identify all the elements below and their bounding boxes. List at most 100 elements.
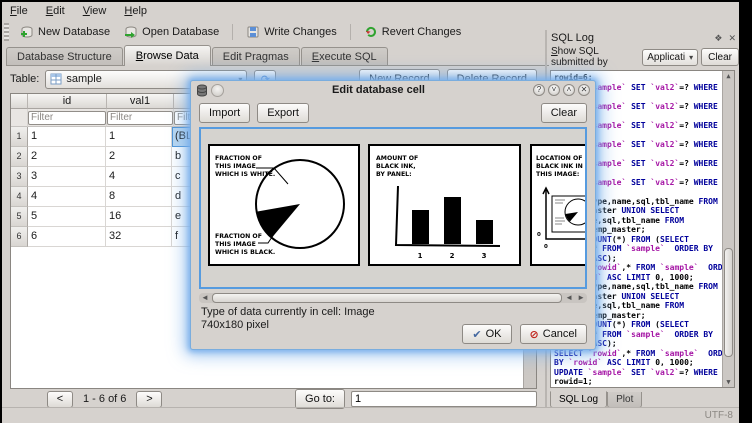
revert-changes-icon [364,25,378,39]
import-button[interactable]: Import [199,103,250,123]
dialog-title-bar[interactable]: Edit database cell ? ˅ ˄ ✕ [191,81,595,99]
goto-button[interactable]: Go to: [295,389,345,409]
toolbar: New Database Open Database Write Changes… [2,20,547,44]
row-number[interactable]: 2 [11,147,28,167]
shade-button[interactable]: ˅ [548,84,560,96]
table-cell[interactable]: 4 [106,167,172,187]
cell-info-text: Type of data currently in cell: Image 74… [201,306,375,332]
export-button[interactable]: Export [257,103,309,123]
svg-text:BLACK INK,: BLACK INK, [376,163,416,170]
table-cell[interactable]: 5 [28,207,106,227]
table-combo-value: sample [66,73,101,85]
write-changes-label: Write Changes [264,26,337,38]
log-clear-button[interactable]: Clear [701,48,739,66]
svg-text:3: 3 [482,252,487,260]
help-button[interactable]: ? [533,84,545,96]
maximize-button[interactable]: ˄ [563,84,575,96]
svg-text:LOCATION OF: LOCATION OF [536,155,582,162]
toolbar-separator [350,24,351,40]
edit-cell-dialog: Edit database cell ? ˅ ˄ ✕ Import Export… [190,80,596,350]
submitter-combo[interactable]: Applicati ▾ [642,49,698,66]
goto-input[interactable] [351,391,537,407]
revert-changes-button[interactable]: Revert Changes [357,23,469,41]
image-horizontal-scrollbar[interactable]: ◄ ◄ ► [199,293,587,303]
table-cell[interactable]: 3 [28,167,106,187]
row-number[interactable]: 4 [11,187,28,207]
cancel-label: Cancel [543,328,577,340]
dock-tab-plot[interactable]: Plot [607,392,642,408]
table-cell[interactable]: 1 [106,127,172,147]
menu-file[interactable]: File [10,5,28,17]
tab-database-structure[interactable]: Database Structure [6,47,123,66]
table-cell[interactable]: 32 [106,227,172,247]
log-vertical-scrollbar[interactable]: ▲ ▼ [722,71,734,387]
svg-text:THIS IMAGE: THIS IMAGE [215,163,256,170]
write-changes-button[interactable]: Write Changes [239,23,344,41]
cell-type-label: Type of data currently in cell: Image [201,306,375,319]
filter-cell [107,109,174,127]
tab-execute-sql[interactable]: Execute SQL [301,47,388,66]
table-icon [50,73,62,85]
cancel-button[interactable]: ⊘ Cancel [520,324,587,344]
encoding-label: UTF-8 [705,410,733,421]
close-button[interactable]: ✕ [578,84,590,96]
scroll-up-icon[interactable]: ▲ [723,72,734,80]
submitter-combo-value: Applicati [647,52,685,63]
next-page-button[interactable]: > [136,391,162,408]
row-number[interactable]: 1 [11,127,28,147]
menu-view[interactable]: View [83,5,107,17]
svg-text:1: 1 [418,252,423,260]
prev-page-button[interactable]: < [47,391,73,408]
dialog-menu-button[interactable] [211,84,224,97]
revert-changes-label: Revert Changes [382,26,462,38]
toolbar-handle[interactable] [4,23,9,41]
scroll-left-icon[interactable]: ◄ [199,293,211,303]
dock-controls: Show SQL submitted by Applicati ▾ Clear [548,46,739,68]
dock-float-icon[interactable]: ❖ [714,33,722,44]
ok-button[interactable]: ✔ OK [462,324,511,344]
table-cell[interactable]: 4 [28,187,106,207]
sql-log-line: UPDATE `sample` SET `val2`=? WHERE [554,368,720,378]
svg-text:0: 0 [537,232,541,238]
column-header-val1[interactable]: val1 [107,94,174,109]
table-cell[interactable]: 1 [28,127,106,147]
filter-input-val1[interactable] [107,111,173,125]
filter-cell [28,109,107,127]
menu-edit[interactable]: Edit [46,5,65,17]
svg-text:FRACTION OF: FRACTION OF [215,233,262,240]
column-header-id[interactable]: id [28,94,107,109]
new-database-label: New Database [38,26,110,38]
comic-panel-pie: FRACTION OF THIS IMAGE WHICH IS WHITE. F… [208,144,360,266]
tab-edit-pragmas[interactable]: Edit Pragmas [212,47,300,66]
svg-text:BY PANEL:: BY PANEL: [376,171,412,178]
dialog-toolbar: Import Export Clear [199,103,587,123]
table-cell[interactable]: 16 [106,207,172,227]
tab-browse-data[interactable]: Browse Data [124,45,211,66]
dock-title-label: SQL Log [551,32,594,44]
sql-log-line: rowid=1; [554,377,720,387]
corner-header-cell[interactable] [11,94,28,109]
table-label: Table: [10,73,39,85]
svg-text:BLACK INK IN: BLACK INK IN [536,163,583,170]
dock-close-icon[interactable]: ✕ [728,33,736,44]
table-cell[interactable]: 2 [28,147,106,167]
cell-clear-button[interactable]: Clear [541,103,587,123]
row-number[interactable]: 5 [11,207,28,227]
status-bar: UTF-8 [2,407,739,423]
sql-log-line: BY `rowid` ASC LIMIT 0, 1000; [554,358,720,368]
row-number[interactable]: 6 [11,227,28,247]
scroll-left-icon[interactable]: ◄ [563,293,575,303]
table-cell[interactable]: 2 [106,147,172,167]
open-database-button[interactable]: Open Database [117,23,226,41]
row-number[interactable]: 3 [11,167,28,187]
table-cell[interactable]: 6 [28,227,106,247]
filter-input-id[interactable] [28,111,106,125]
new-database-button[interactable]: New Database [13,23,117,41]
table-cell[interactable]: 8 [106,187,172,207]
dock-tab-sql-log[interactable]: SQL Log [550,391,607,408]
toolbar-separator [232,24,233,40]
menu-help[interactable]: Help [124,5,147,17]
open-database-label: Open Database [142,26,219,38]
scroll-right-icon[interactable]: ► [575,293,587,303]
scroll-down-icon[interactable]: ▼ [723,378,734,386]
